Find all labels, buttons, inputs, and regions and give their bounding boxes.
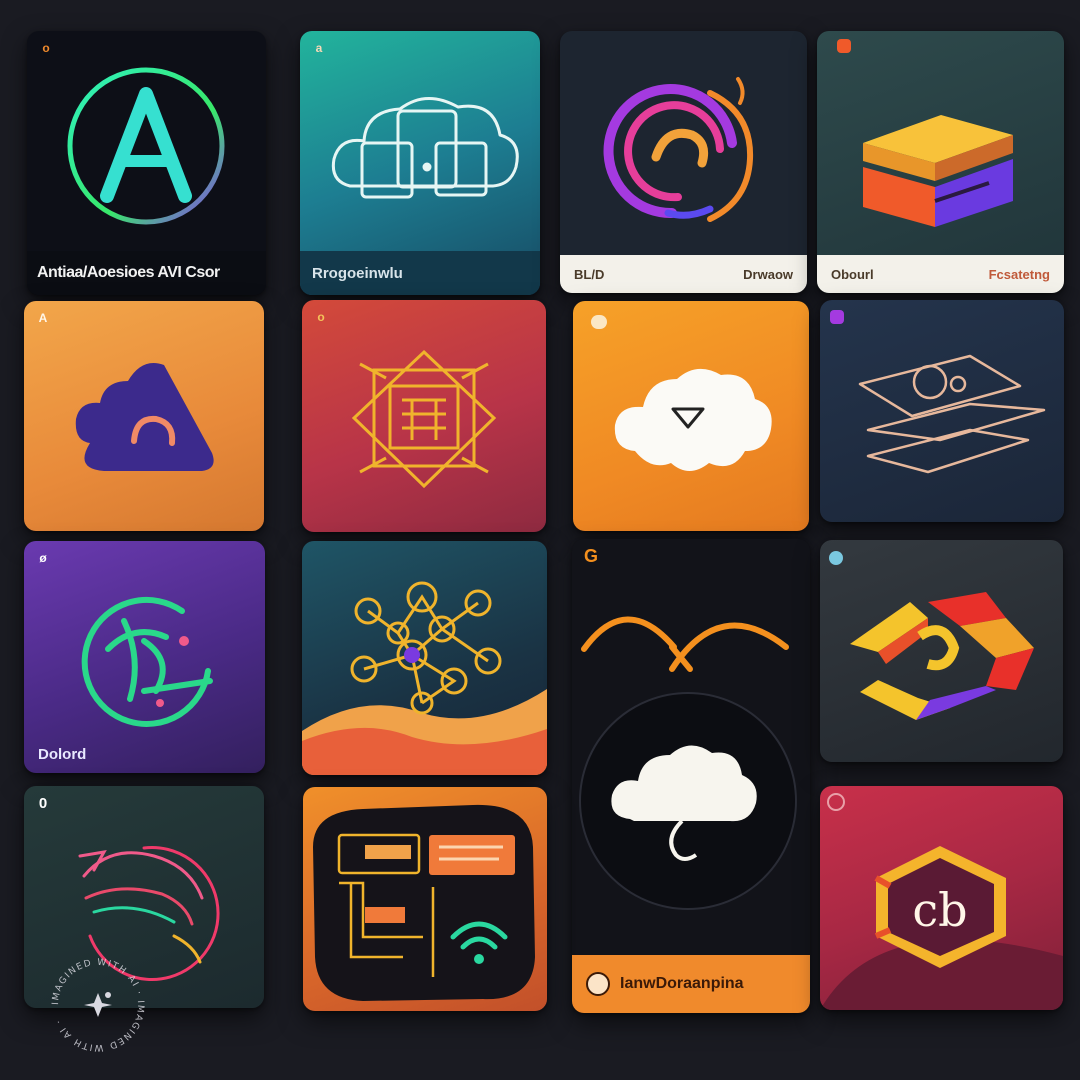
- caption-left: BL/D: [574, 266, 605, 282]
- tile-caption: Dolord: [38, 746, 87, 763]
- box-badge-icon: [837, 39, 851, 53]
- caption-right: Drwaow: [743, 266, 793, 282]
- green-globe-icon: [81, 596, 213, 727]
- tile-caption-bar: IanwDoraanpina: [572, 955, 810, 1013]
- app-tile-ribbon-c[interactable]: [820, 540, 1063, 762]
- app-tile-arches-cloud[interactable]: G IanwDoraanpina: [572, 539, 810, 1013]
- spiral-logo-icon: [603, 77, 754, 222]
- app-tile-a-neon[interactable]: o Antiaa/Aoesioes AVI Csor: [27, 31, 266, 295]
- arches-cloud-icon: [579, 616, 797, 910]
- tile-caption: IanwDoraanpina: [620, 975, 744, 992]
- watermark-badge: IMAGINED WITH AI · IMAGINED WITH AI ·: [51, 958, 144, 1052]
- small-badge-icon: [591, 315, 607, 329]
- caption-right: Fcsatetng: [988, 266, 1050, 282]
- cb-letters: cb: [912, 883, 967, 937]
- tile-caption: Antiaa/Aoesioes AVI Csor: [27, 251, 266, 295]
- caption-left: Obourl: [831, 266, 874, 282]
- circuit-board-icon: [313, 804, 535, 1001]
- app-tile-cloud-devices[interactable]: a Rrogoeinwlu: [300, 31, 540, 295]
- small-badge-icon: [829, 551, 843, 565]
- app-tile-cb-hex[interactable]: cb: [820, 786, 1063, 1010]
- box-stack-icon: [837, 39, 1013, 227]
- tile-badge: o: [42, 41, 50, 55]
- app-tile-gold-emblem[interactable]: o: [302, 300, 546, 532]
- cloud-triangle-icon: [75, 363, 214, 471]
- white-cloud-icon: [591, 315, 772, 471]
- tile-badge: G: [583, 545, 598, 566]
- app-tile-cloud-a[interactable]: A: [24, 301, 264, 531]
- small-badge-icon: [827, 793, 845, 811]
- tile-badge: A: [38, 311, 48, 325]
- face-icon: [586, 972, 610, 996]
- cb-hexagon-icon: cb: [820, 793, 1063, 1010]
- small-badge-icon: [830, 310, 844, 324]
- app-tile-layers[interactable]: [820, 300, 1064, 522]
- app-tile-circuit[interactable]: [303, 787, 547, 1011]
- app-tile-purple-globe[interactable]: ø Dolord: [24, 541, 265, 773]
- gold-emblem-icon: [351, 349, 497, 489]
- tile-badge: a: [315, 41, 323, 55]
- network-nodes-icon: [302, 581, 547, 775]
- tile-caption-bar: Obourl Fcsatetng: [817, 255, 1064, 293]
- app-tile-box[interactable]: Obourl Fcsatetng: [817, 31, 1064, 293]
- app-tile-network[interactable]: [302, 541, 547, 775]
- tile-caption-bar: BL/D Drwaow: [560, 255, 807, 293]
- tile-badge: 0: [38, 794, 48, 812]
- tile-caption: Rrogoeinwlu: [300, 251, 540, 295]
- app-tile-white-cloud[interactable]: [573, 301, 809, 531]
- layered-sheets-icon: [830, 310, 1046, 474]
- ribbon-c-icon: [829, 551, 1034, 720]
- app-tile-spiral[interactable]: BL/D Drwaow: [560, 31, 807, 293]
- tile-badge: o: [317, 310, 325, 324]
- tile-badge: ø: [39, 551, 47, 565]
